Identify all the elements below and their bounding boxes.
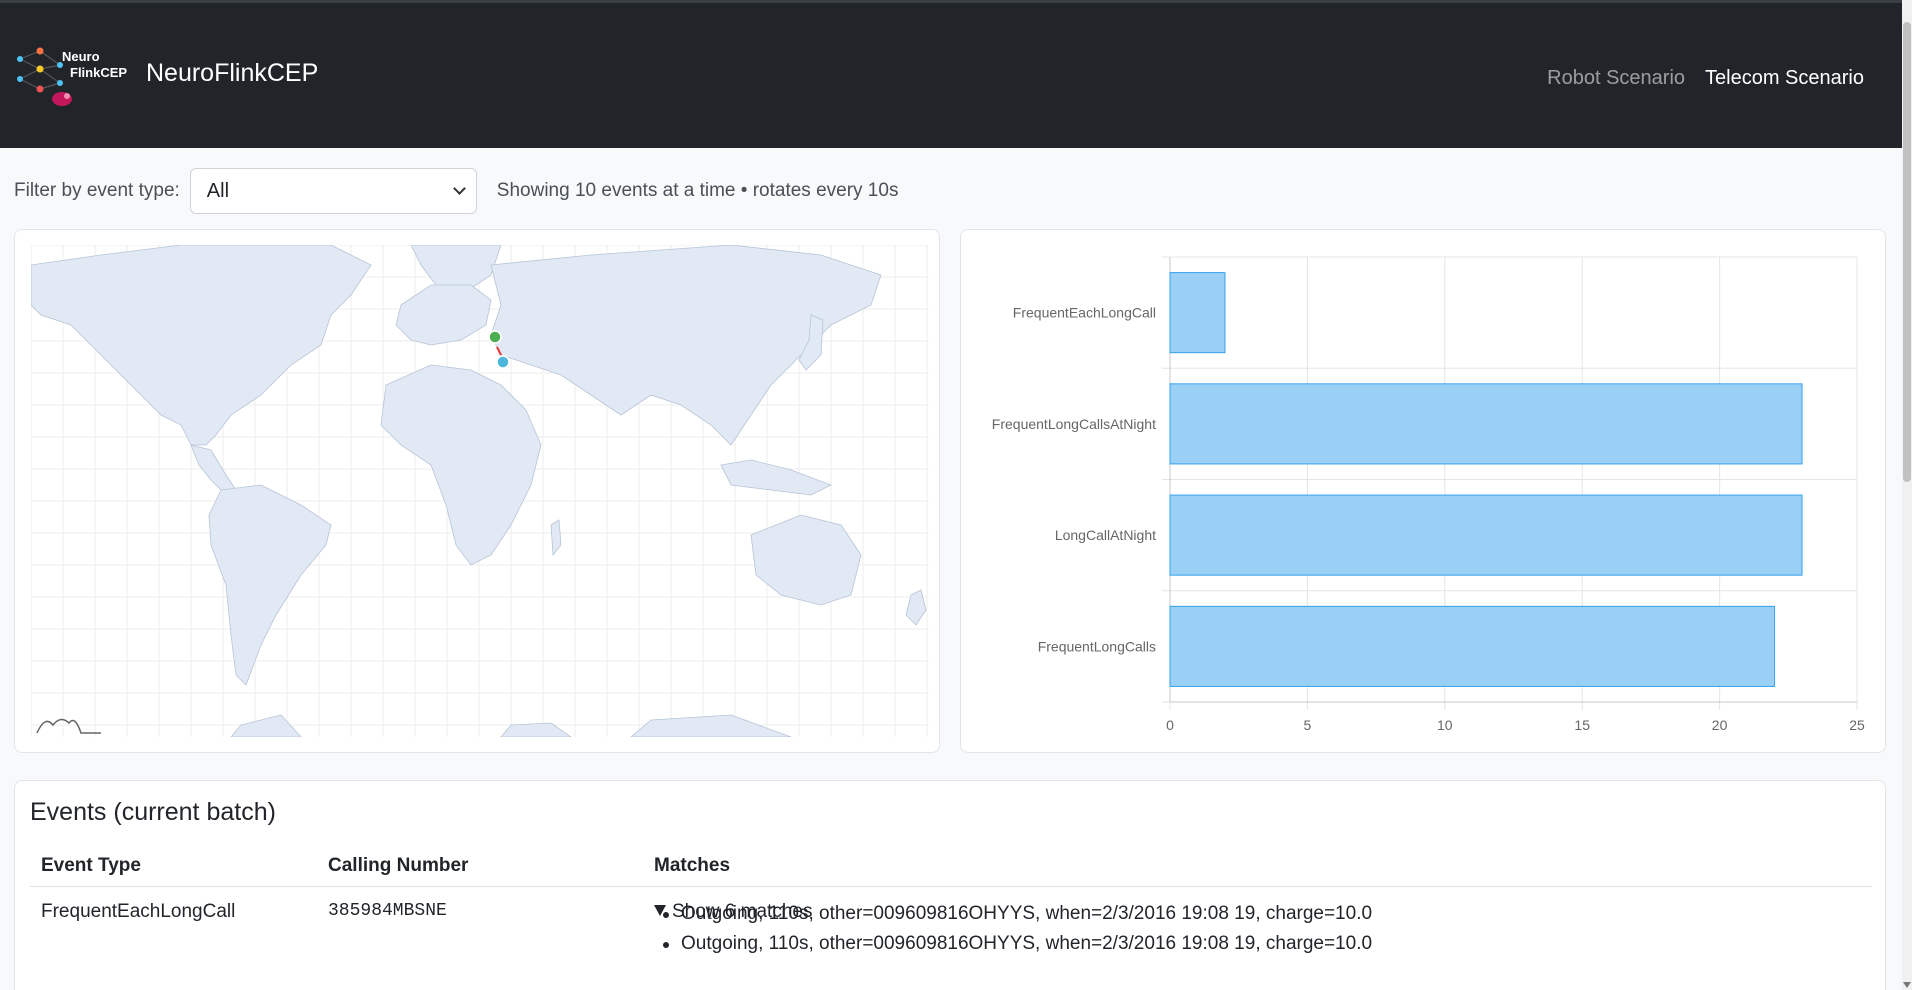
nav-link-telecom-scenario[interactable]: Telecom Scenario: [1705, 67, 1864, 90]
y-category-label: FrequentLongCalls: [1038, 638, 1156, 654]
column-header-event-type: Event Type: [41, 855, 141, 876]
top-navbar: Neuro FlinkCEP NeuroFlinkCEP Robot Scena…: [0, 0, 1902, 148]
y-category-label: LongCallAtNight: [1055, 527, 1156, 543]
bar-FrequentLongCallsAtNight: [1169, 383, 1803, 465]
page-scrollbar[interactable]: [1902, 0, 1912, 990]
matches-list: Outgoing, 110s, other=009609816OHYYS, wh…: [662, 899, 1372, 959]
logo-text-flinkcep: FlinkCEP: [70, 65, 128, 80]
events-title: Events (current batch): [30, 798, 276, 826]
map-marker-green[interactable]: [488, 330, 502, 344]
y-category-label: FrequentEachLongCall: [1013, 305, 1156, 321]
list-item: Outgoing, 110s, other=009609816OHYYS, wh…: [662, 899, 1372, 929]
list-item: Outgoing, 110s, other=009609816OHYYS, wh…: [662, 929, 1372, 959]
filter-row: Filter by event type: All Showing 10 eve…: [14, 168, 898, 214]
x-tick-label: 20: [1712, 717, 1728, 733]
x-tick-label: 25: [1849, 717, 1865, 733]
bar-LongCallAtNight: [1169, 494, 1803, 576]
y-category-label: FrequentLongCallsAtNight: [992, 416, 1156, 432]
event-type-cell: FrequentEachLongCall: [41, 901, 236, 922]
scrollbar-thumb[interactable]: [1903, 22, 1911, 482]
bar-FrequentLongCalls: [1169, 605, 1776, 687]
event-type-bar-chart: 0 5 10 15 20 25 FrequentEachLongCall FrequentLo…: [992, 256, 1865, 733]
filter-label: Filter by event type:: [14, 180, 180, 201]
logo-text-neuro: Neuro: [62, 49, 100, 64]
bar-FrequentEachLongCall: [1169, 272, 1226, 354]
map-marker-blue[interactable]: [496, 355, 510, 369]
event-type-select[interactable]: All: [189, 168, 477, 214]
table-header-row: Event Type Calling Number Matches: [30, 841, 1872, 887]
column-header-calling-number: Calling Number: [328, 855, 469, 876]
nav-link-robot-scenario[interactable]: Robot Scenario: [1547, 67, 1685, 90]
x-tick-label: 15: [1574, 717, 1590, 733]
scroll-down-arrow-icon[interactable]: [1903, 982, 1911, 988]
events-table: Event Type Calling Number Matches Freque…: [30, 841, 1872, 954]
world-map[interactable]: [31, 245, 929, 737]
filter-info-text: Showing 10 events at a time • rotates ev…: [496, 180, 899, 201]
x-tick-label: 5: [1304, 717, 1312, 733]
world-map-svg: [31, 245, 929, 737]
chart-card: 0 5 10 15 20 25 FrequentEachLongCall FrequentLo…: [960, 229, 1886, 753]
chevron-down-icon: [452, 182, 466, 195]
events-card: Events (current batch) Event Type Callin…: [14, 780, 1886, 990]
calling-number-cell: 385984MBSNE: [328, 901, 447, 921]
x-tick-label: 10: [1437, 717, 1453, 733]
map-card: [14, 229, 940, 753]
column-header-matches: Matches: [654, 855, 731, 876]
x-tick-label: 0: [1166, 717, 1174, 733]
nav-links: Robot Scenario Telecom Scenario: [1547, 67, 1864, 90]
logo: Neuro FlinkCEP: [14, 45, 134, 109]
event-type-select-value: All: [206, 179, 230, 202]
brand-name[interactable]: NeuroFlinkCEP: [146, 59, 318, 88]
brand[interactable]: Neuro FlinkCEP NeuroFlinkCEP: [14, 45, 318, 109]
